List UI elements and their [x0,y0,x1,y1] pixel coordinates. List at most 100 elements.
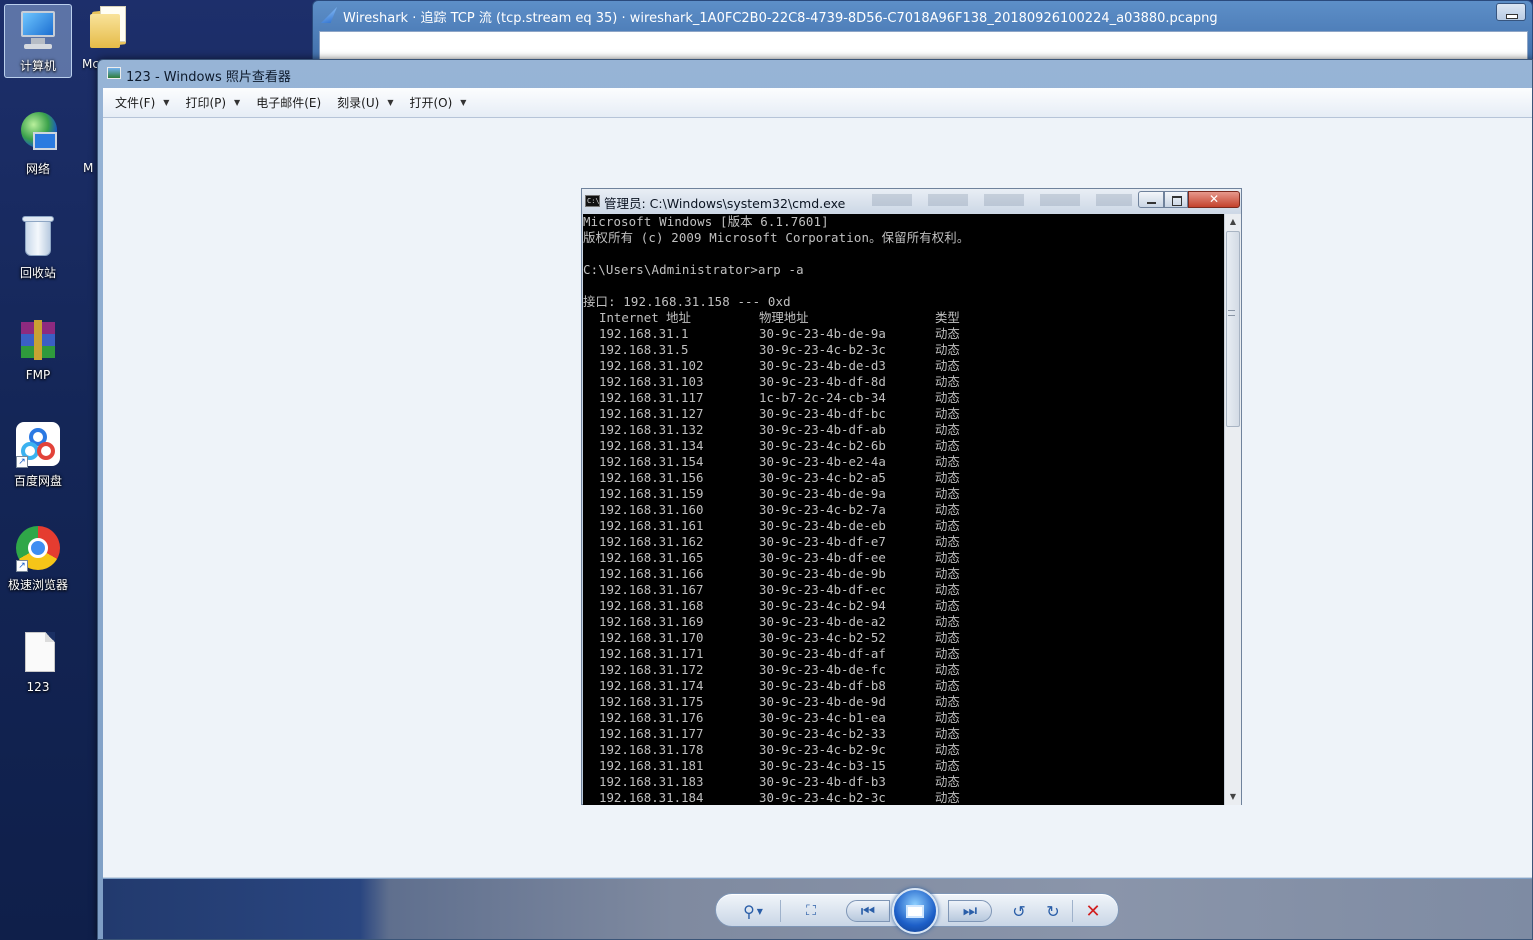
desktop-icon-baidu-netdisk[interactable]: ↗ 百度网盘 [4,420,72,494]
arp-entry-type: 动态 [935,582,960,597]
arp-table: 192.168.31.1 30-9c-23-4b-de-9a 动态 192.168.3… [583,326,1224,805]
desktop-icon-recycle-bin[interactable]: 回收站 [4,212,72,286]
arp-entry-type: 动态 [935,694,960,709]
arp-entry-type: 动态 [935,438,960,453]
desktop-icon-label: 网络 [25,162,50,176]
arp-entry-row: 192.168.31.127 30-9c-23-4b-df-bc 动态 [583,406,1224,422]
console-header: Microsoft Windows [版本 6.1.7601] 版权所有 (c) … [583,214,1224,310]
baidu-netdisk-icon: ↗ [15,422,61,468]
arp-mac-address: 30-9c-23-4c-b1-ea [759,710,886,725]
console-output: Microsoft Windows [版本 6.1.7601] 版权所有 (c) … [583,214,1224,805]
minimize-button[interactable] [1496,3,1526,21]
arp-ip-address: 192.168.31.172 [599,662,704,677]
menu-label: 刻录(U) [337,96,380,110]
arp-ip-address: 192.168.31.127 [599,406,704,421]
arp-mac-address: 30-9c-23-4b-df-bc [759,406,886,421]
next-icon[interactable]: ⏭ [948,900,992,922]
arp-entry-type: 动态 [935,774,960,789]
menu-label: 文件(F) [115,96,156,110]
arp-entry-type: 动态 [935,630,960,645]
arp-ip-address: 192.168.31.5 [599,342,689,357]
arp-entry-row: 192.168.31.176 30-9c-23-4c-b1-ea 动态 [583,710,1224,726]
arp-mac-address: 30-9c-23-4c-b2-33 [759,726,886,741]
arp-ip-address: 192.168.31.161 [599,518,704,533]
arp-entry-type: 动态 [935,454,960,469]
wireshark-window[interactable]: Wireshark · 追踪 TCP 流 (tcp.stream eq 35) … [312,0,1533,62]
arp-entry-type: 动态 [935,566,960,581]
slideshow-icon[interactable] [892,888,938,934]
menu-burn[interactable]: 刻录(U) ▼ [337,94,393,111]
desktop-icon-label: 百度网盘 [13,474,62,488]
desktop-icon-browser[interactable]: ↗ 极速浏览器 [4,524,72,598]
menu-file[interactable]: 文件(F) ▼ [115,94,169,111]
dropdown-arrow-icon: ▼ [234,98,241,107]
blurred-background-text [872,194,1132,206]
previous-icon[interactable]: ⏮ [846,900,890,922]
arp-entry-row: 192.168.31.184 30-9c-23-4c-b2-3c 动态 [583,790,1224,805]
desktop-icon-folder[interactable] [88,4,134,54]
recycle-bin-icon [15,214,61,260]
desktop-icon-computer[interactable]: 计算机 [4,4,72,78]
scroll-up-icon: ▲ [1229,217,1237,226]
desktop-icon-label: 回收站 [19,266,56,280]
arp-ip-address: 192.168.31.183 [599,774,704,789]
arp-entry-row: 192.168.31.177 30-9c-23-4c-b2-33 动态 [583,726,1224,742]
arp-entry-row: 192.168.31.160 30-9c-23-4c-b2-7a 动态 [583,502,1224,518]
rotate-left-icon[interactable]: ↺ [1008,900,1030,922]
title-bar[interactable]: 123 - Windows 照片查看器 [98,60,1532,88]
arp-entry-type: 动态 [935,662,960,677]
fit-window-icon[interactable]: ⛶ [800,900,822,922]
zoom-icon[interactable]: ⚲ ▼ [742,900,764,922]
menu-label: 打印(P) [185,96,227,110]
arp-ip-address: 192.168.31.160 [599,502,704,517]
arp-ip-address: 192.168.31.184 [599,790,704,805]
column-header-type: 类型 [935,310,960,325]
navigation-control-bar: ⚲ ▼ ⛶ ⏮ ⏭ ↺ ↻ ✕ [715,888,1119,934]
arp-entry-type: 动态 [935,422,960,437]
arp-ip-address: 192.168.31.169 [599,614,704,629]
window-content [319,31,1528,61]
arp-entry-type: 动态 [935,646,960,661]
arp-entry-type: 动态 [935,550,960,565]
menu-email[interactable]: 电子邮件(E) [256,94,321,111]
arp-ip-address: 192.168.31.156 [599,470,704,485]
menu-label: 打开(O) [409,96,453,110]
arp-ip-address: 192.168.31.181 [599,758,704,773]
rotate-right-icon[interactable]: ↻ [1042,900,1064,922]
menu-open[interactable]: 打开(O) ▼ [409,94,466,111]
arp-column-headers: Internet 地址 物理地址 类型 [583,310,1224,326]
cmd-title-bar: C:\ 管理员: C:\Windows\system32\cmd.exe ✕ [582,189,1241,213]
arp-ip-address: 192.168.31.162 [599,534,704,549]
scroll-thumb [1226,231,1240,427]
column-header-ip: Internet 地址 [599,310,691,325]
arp-ip-address: 192.168.31.170 [599,630,704,645]
arp-entry-row: 192.168.31.168 30-9c-23-4c-b2-94 动态 [583,598,1224,614]
window-title: Wireshark · 追踪 TCP 流 (tcp.stream eq 35) … [343,11,1218,26]
folder-icon [88,4,134,50]
desktop-icon-network[interactable]: 网络 [4,108,72,182]
scroll-grip-icon [1228,310,1235,316]
photo-viewer-icon [107,67,121,79]
arp-entry-row: 192.168.31.174 30-9c-23-4b-df-b8 动态 [583,678,1224,694]
arp-mac-address: 30-9c-23-4c-b2-52 [759,630,886,645]
arp-mac-address: 30-9c-23-4b-df-b3 [759,774,886,789]
arp-entry-row: 192.168.31.117 1c-b7-2c-24-cb-34 动态 [583,390,1224,406]
arp-ip-address: 192.168.31.159 [599,486,704,501]
desktop-icon-file-123[interactable]: 123 [4,628,72,702]
shortcut-arrow-icon: ↗ [16,560,28,572]
arp-entry-row: 192.168.31.175 30-9c-23-4b-de-9d 动态 [583,694,1224,710]
console-line: C:\Users\Administrator>arp -a [583,262,804,277]
delete-icon[interactable]: ✕ [1082,900,1104,922]
arp-ip-address: 192.168.31.165 [599,550,704,565]
arp-ip-address: 192.168.31.154 [599,454,704,469]
desktop-icon-fmp[interactable]: FMP [4,316,72,390]
cmd-window-image: C:\ 管理员: C:\Windows\system32\cmd.exe ✕ M… [581,188,1242,805]
arp-entry-type: 动态 [935,678,960,693]
arp-entry-row: 192.168.31.1 30-9c-23-4b-de-9a 动态 [583,326,1224,342]
menu-print[interactable]: 打印(P) ▼ [185,94,240,111]
arp-entry-type: 动态 [935,358,960,373]
arp-ip-address: 192.168.31.132 [599,422,704,437]
arp-mac-address: 30-9c-23-4b-de-a2 [759,614,886,629]
menu-label: 电子邮件(E) [256,96,322,110]
